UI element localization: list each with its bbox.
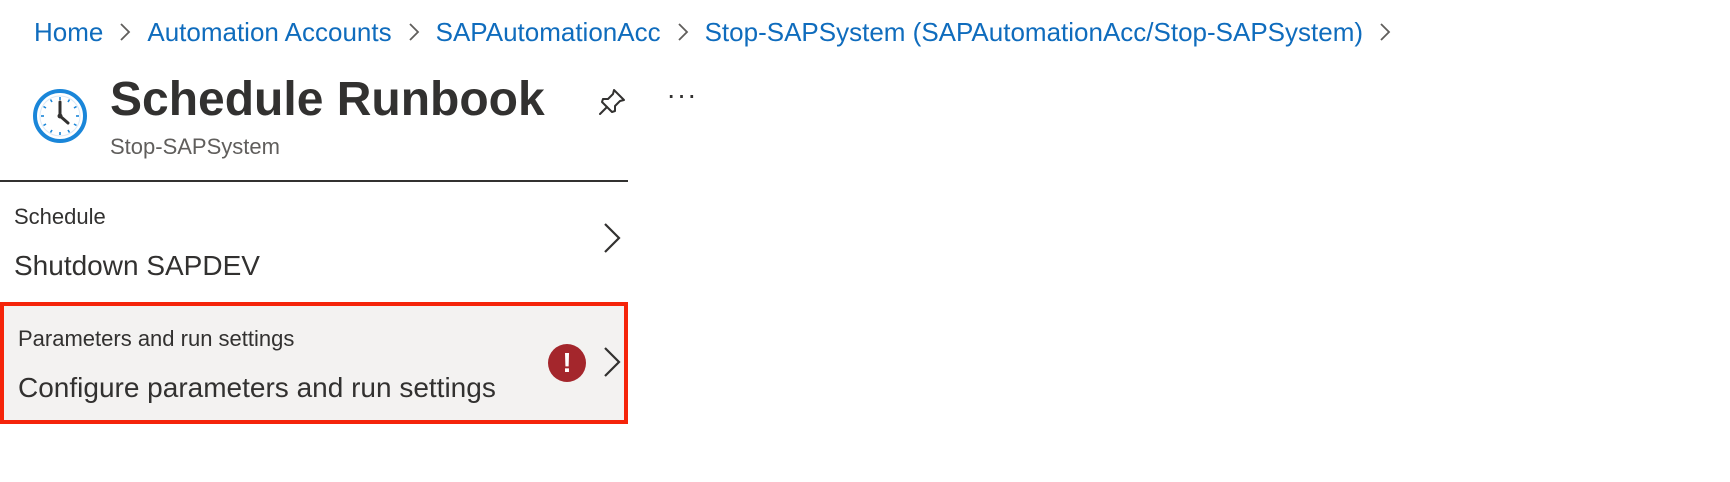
breadcrumb: Home Automation Accounts SAPAutomationAc… <box>34 12 1407 52</box>
breadcrumb-automation-accounts[interactable]: Automation Accounts <box>147 17 391 48</box>
chevron-right-icon <box>103 12 147 52</box>
parameters-value: Configure parameters and run settings <box>18 372 496 403</box>
error-icon: ! <box>548 344 586 382</box>
parameters-item[interactable]: Parameters and run settings Configure pa… <box>0 302 628 424</box>
breadcrumb-home[interactable]: Home <box>34 17 103 48</box>
divider <box>0 180 628 182</box>
schedule-label: Schedule <box>14 204 106 229</box>
schedule-value: Shutdown SAPDEV <box>14 250 260 281</box>
schedule-item[interactable]: Schedule Shutdown SAPDEV <box>0 190 628 298</box>
page-title: Schedule Runbook <box>110 73 545 126</box>
chevron-right-icon <box>600 220 624 256</box>
chevron-right-icon <box>392 12 436 52</box>
pin-icon[interactable] <box>594 84 630 120</box>
page-subtitle: Stop-SAPSystem <box>110 134 280 159</box>
schedule-runbook-page: Home Automation Accounts SAPAutomationAc… <box>0 0 1730 482</box>
more-options-button[interactable]: ··· <box>664 80 700 116</box>
chevron-right-icon <box>1363 12 1407 52</box>
chevron-right-icon <box>600 344 624 380</box>
chevron-right-icon <box>661 12 705 52</box>
breadcrumb-sapautomationacc[interactable]: SAPAutomationAcc <box>436 17 661 48</box>
clock-icon <box>32 88 88 144</box>
page-header: Schedule Runbook ··· Stop-SAPSystem <box>32 66 732 176</box>
parameters-label: Parameters and run settings <box>18 326 295 351</box>
breadcrumb-stop-sapsystem[interactable]: Stop-SAPSystem (SAPAutomationAcc/Stop-SA… <box>705 17 1363 48</box>
